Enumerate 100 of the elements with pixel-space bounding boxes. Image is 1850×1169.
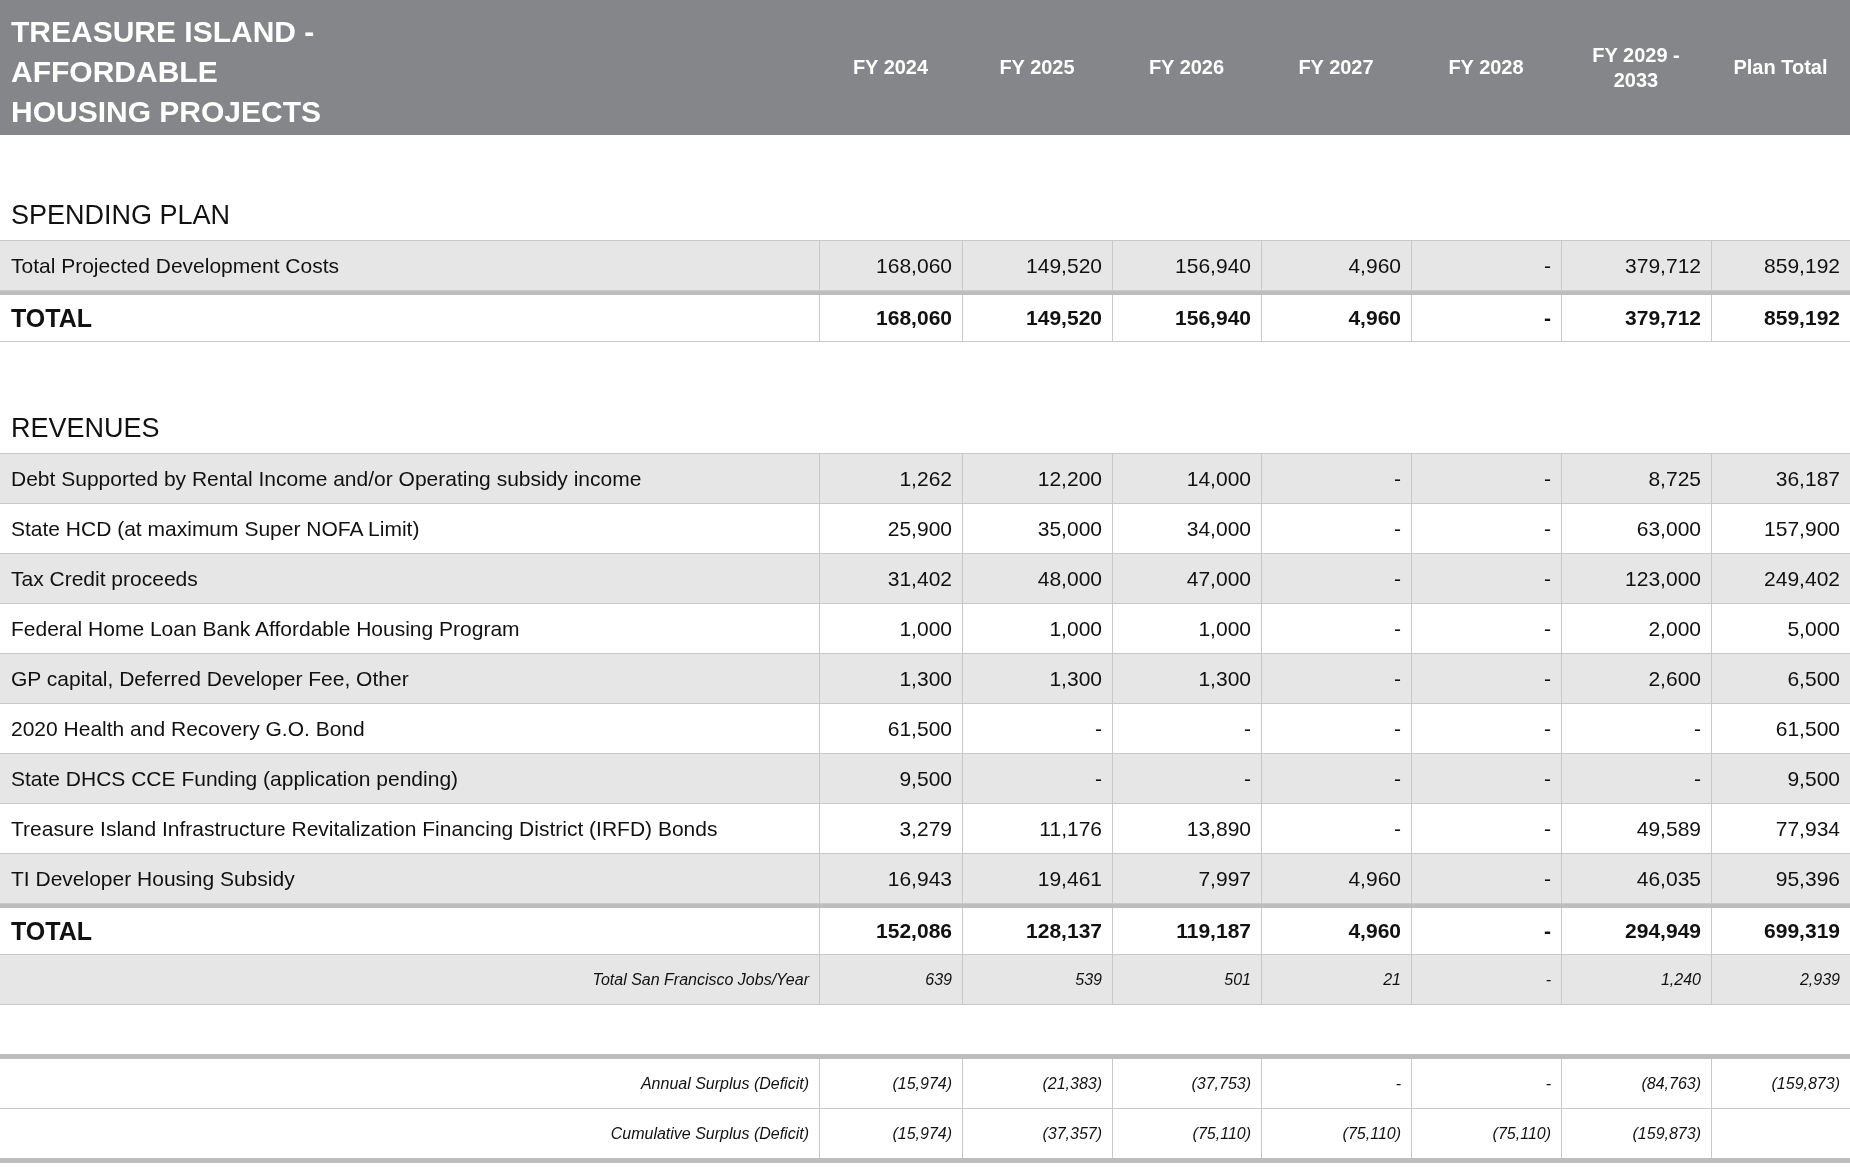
table-cell: (37,357) — [1042, 1124, 1102, 1143]
column-header: Plan Total — [1732, 55, 1829, 80]
table-cell: 25,900 — [887, 516, 952, 541]
table-cell: (15,974) — [892, 1124, 952, 1143]
table-cell: 49,589 — [1636, 816, 1701, 841]
table-cell: 168,060 — [876, 253, 952, 278]
table-cell: 36,187 — [1775, 466, 1840, 491]
table-cell: 1,000 — [1049, 616, 1102, 641]
table-cell: 12,200 — [1037, 466, 1102, 491]
table-cell: 1,300 — [1198, 666, 1251, 691]
row-label: Tax Credit proceeds — [11, 566, 198, 591]
table-cell: 152,086 — [876, 919, 952, 943]
table-cell: - — [1544, 766, 1551, 791]
table-cell: 156,940 — [1175, 306, 1251, 330]
table-cell: 128,137 — [1026, 919, 1102, 943]
table-cell: 61,500 — [887, 716, 952, 741]
table-cell: - — [1394, 566, 1401, 591]
table-cell: 119,187 — [1176, 919, 1251, 943]
section-heading: SPENDING PLAN — [11, 200, 231, 231]
column-header: FY 2029 - 2033 — [1591, 42, 1681, 93]
row-label: Annual Surplus (Deficit) — [640, 1074, 809, 1093]
table-cell: (37,753) — [1191, 1074, 1251, 1093]
table-cell: 1,000 — [1198, 616, 1251, 641]
table-cell: 4,960 — [1348, 919, 1401, 943]
column-header: FY 2025 — [998, 55, 1076, 80]
table-cell: - — [1244, 766, 1251, 791]
table-cell: 3,279 — [899, 816, 952, 841]
table-cell: - — [1394, 466, 1401, 491]
table-cell: - — [1394, 516, 1401, 541]
table-cell: (21,383) — [1042, 1074, 1102, 1093]
table-cell: 2,000 — [1648, 616, 1701, 641]
table-cell: 5,000 — [1787, 616, 1840, 641]
table-cell: 4,960 — [1348, 866, 1401, 891]
row-label: 2020 Health and Recovery G.O. Bond — [11, 716, 365, 741]
table-cell: - — [1095, 766, 1102, 791]
row-label: Cumulative Surplus (Deficit) — [610, 1124, 809, 1143]
table-cell: 859,192 — [1764, 306, 1840, 330]
table-cell: - — [1394, 666, 1401, 691]
table-cell: - — [1394, 716, 1401, 741]
table-cell: 63,000 — [1636, 516, 1701, 541]
table-cell: 9,500 — [899, 766, 952, 791]
table-cell: 1,262 — [899, 466, 952, 491]
column-header: FY 2026 — [1147, 55, 1226, 80]
row-label: Treasure Island Infrastructure Revitalization Financing District (IRFD) Bonds — [11, 816, 718, 841]
table-cell: 4,960 — [1348, 253, 1401, 278]
table-cell: 48,000 — [1037, 566, 1102, 591]
table-cell: 501 — [1224, 970, 1251, 989]
table-cell: 699,319 — [1764, 919, 1840, 943]
table-cell: - — [1544, 816, 1551, 841]
table-cell: 539 — [1075, 970, 1102, 989]
table-cell: - — [1544, 919, 1551, 943]
table-cell: 8,725 — [1648, 466, 1701, 491]
table-cell: 19,461 — [1037, 866, 1102, 891]
table-cell: - — [1544, 306, 1551, 330]
row-label: State HCD (at maximum Super NOFA Limit) — [11, 516, 420, 541]
table-cell: - — [1095, 716, 1102, 741]
table-cell: 1,300 — [899, 666, 952, 691]
table-cell: (75,110) — [1492, 1124, 1551, 1143]
table-cell: 1,000 — [899, 616, 952, 641]
table-cell: 1,240 — [1660, 970, 1701, 989]
row-label: TOTAL — [11, 303, 92, 333]
table-cell: 11,176 — [1039, 816, 1102, 841]
table-cell: 95,396 — [1775, 866, 1840, 891]
table-cell: - — [1394, 616, 1401, 641]
table-cell: 123,000 — [1625, 566, 1701, 591]
table-cell: 2,939 — [1799, 970, 1840, 989]
table-cell: 35,000 — [1037, 516, 1102, 541]
table-cell: (75,110) — [1192, 1124, 1251, 1143]
table-cell: (159,873) — [1771, 1074, 1840, 1093]
table-cell: 21 — [1383, 970, 1401, 989]
table-cell: - — [1694, 716, 1701, 741]
table-cell: 859,192 — [1764, 253, 1840, 278]
table-cell: (75,110) — [1342, 1124, 1401, 1143]
table-title: TREASURE ISLAND - AFFORDABLE HOUSING PROJECTS — [10, 14, 323, 130]
table-cell: - — [1544, 866, 1551, 891]
table-cell: (15,974) — [892, 1074, 952, 1093]
table-cell: 2,600 — [1648, 666, 1701, 691]
table-cell: 77,934 — [1775, 816, 1840, 841]
table-cell: 379,712 — [1625, 253, 1701, 278]
table-cell: 7,997 — [1198, 866, 1251, 891]
table-cell: 61,500 — [1775, 716, 1840, 741]
row-label: Debt Supported by Rental Income and/or Operating subsidy income — [11, 466, 642, 491]
table-cell: - — [1395, 1074, 1401, 1093]
table-cell: 639 — [925, 970, 952, 989]
table-cell: 31,402 — [887, 566, 952, 591]
row-label: Total Projected Development Costs — [11, 253, 339, 278]
row-label: Federal Home Loan Bank Affordable Housing Program — [11, 616, 520, 641]
table-cell: - — [1244, 716, 1251, 741]
table-cell: 1,300 — [1049, 666, 1102, 691]
table-cell: 294,949 — [1625, 919, 1701, 943]
row-label: State DHCS CCE Funding (application pending) — [11, 766, 459, 791]
table-cell: 156,940 — [1175, 253, 1251, 278]
table-cell: - — [1544, 566, 1551, 591]
table-cell: - — [1545, 970, 1551, 989]
table-cell: 34,000 — [1186, 516, 1251, 541]
table-cell: - — [1544, 466, 1551, 491]
table-cell: 149,520 — [1026, 306, 1102, 330]
table-cell: 14,000 — [1186, 466, 1251, 491]
table-cell: 149,520 — [1026, 253, 1102, 278]
table-cell: 13,890 — [1186, 816, 1251, 841]
